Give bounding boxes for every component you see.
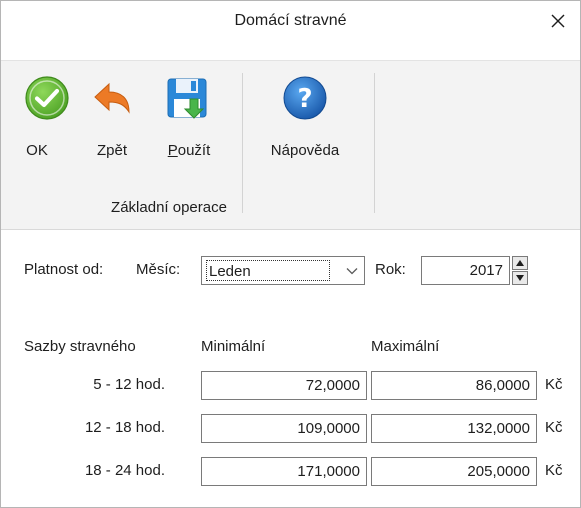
close-button[interactable] <box>536 1 580 41</box>
ribbon-group-separator <box>242 73 243 213</box>
rates-header-label: Sazby stravného <box>24 338 136 355</box>
max-column-header: Maximální <box>371 338 440 355</box>
ok-button[interactable]: OK <box>17 61 77 191</box>
triangle-up-icon <box>516 260 524 266</box>
currency-label: Kč <box>545 419 563 436</box>
window-title: Domácí stravné <box>234 12 347 29</box>
rate-min-input[interactable]: 171,0000 <box>201 457 367 486</box>
chevron-down-icon <box>346 268 358 275</box>
rate-row-label: 18 - 24 hod. <box>84 462 165 479</box>
save-floppy-icon <box>167 78 207 119</box>
undo-arrow-icon <box>94 82 130 114</box>
close-icon <box>551 14 565 28</box>
ribbon-group-label: Základní operace <box>111 199 227 216</box>
help-label: Nápověda <box>270 142 340 159</box>
help-button[interactable]: ? Nápověda <box>256 61 354 191</box>
triangle-down-icon <box>516 275 524 281</box>
apply-button[interactable]: Použít <box>154 61 224 191</box>
back-button[interactable]: Zpět <box>81 61 143 191</box>
dialog-window: Domácí stravné OK Zpět Použít ? Nápověda… <box>0 0 581 508</box>
month-select[interactable]: Leden <box>201 256 365 285</box>
year-spin-up-button[interactable] <box>512 256 528 270</box>
apply-label: Použít <box>167 142 211 159</box>
rate-row-label: 5 - 12 hod. <box>93 376 165 393</box>
validity-label: Platnost od: <box>24 261 104 278</box>
ribbon-toolbar: OK Zpět Použít ? Nápověda Základní opera… <box>1 61 580 230</box>
help-question-icon: ? <box>283 76 327 120</box>
currency-label: Kč <box>545 462 563 479</box>
title-bar: Domácí stravné <box>1 1 580 41</box>
rate-max-input[interactable]: 86,0000 <box>371 371 537 400</box>
year-label: Rok: <box>375 261 406 278</box>
month-value: Leden <box>206 260 330 281</box>
month-label: Měsíc: <box>136 261 181 278</box>
back-label: Zpět <box>96 142 127 159</box>
ribbon-group-separator-end <box>374 73 375 213</box>
rate-min-input[interactable]: 109,0000 <box>201 414 367 443</box>
year-spinner <box>512 256 528 285</box>
rate-min-input[interactable]: 72,0000 <box>201 371 367 400</box>
min-column-header: Minimální <box>201 338 266 355</box>
currency-label: Kč <box>545 376 563 393</box>
svg-text:?: ? <box>297 84 312 114</box>
settings-form: Platnost od: Měsíc: Leden Rok: 2017 Sazb… <box>1 230 580 507</box>
year-input[interactable]: 2017 <box>421 256 510 285</box>
rate-max-input[interactable]: 205,0000 <box>371 457 537 486</box>
rate-max-input[interactable]: 132,0000 <box>371 414 537 443</box>
ok-label: OK <box>26 142 48 159</box>
year-spin-down-button[interactable] <box>512 271 528 285</box>
check-circle-icon <box>25 76 69 120</box>
rate-row-label: 12 - 18 hod. <box>84 419 165 436</box>
